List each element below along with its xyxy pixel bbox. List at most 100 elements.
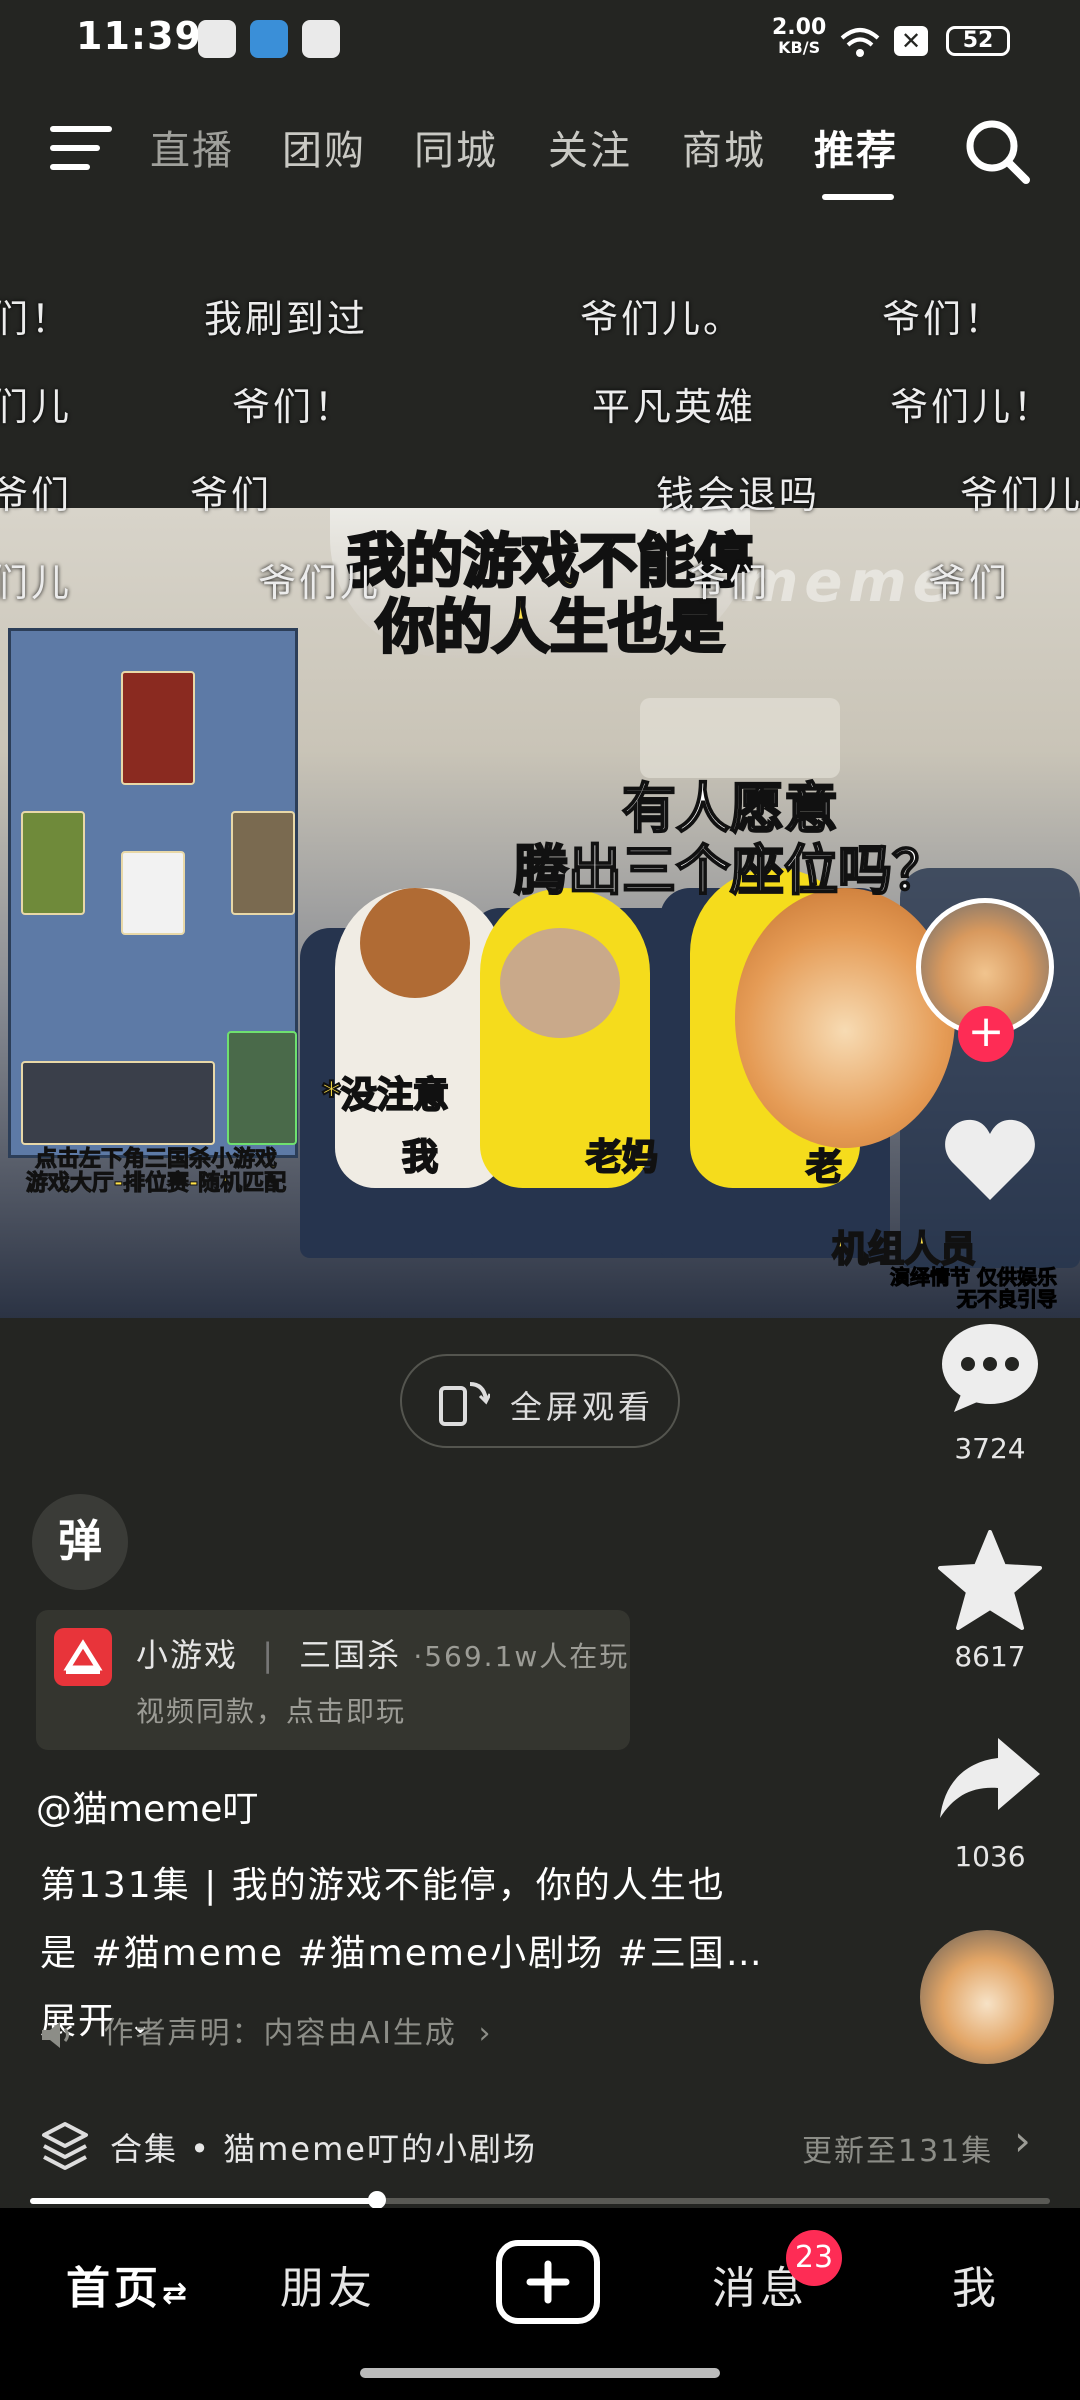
game-screenshot-panel [8, 628, 298, 1158]
video-progress-handle[interactable] [368, 2191, 386, 2209]
danmaku-comment: 爷们儿 [258, 561, 382, 605]
game-hint: 点击左下角三国杀小游戏 游戏大厅-排位赛-随机匹配 [6, 1147, 306, 1196]
favorite-count: 8617 [954, 1640, 1026, 1673]
overhead-bin [640, 698, 840, 778]
music-disc-avatar[interactable] [920, 1930, 1054, 2064]
danmaku-comment: 爷们儿 [960, 473, 1080, 517]
mini-game-icon [54, 1628, 112, 1686]
calendar-icon [302, 20, 340, 58]
danmaku-comment: 们！ [0, 297, 73, 341]
mini-game-card[interactable]: 小游戏 | 三国杀 ·569.1w人在玩 视频同款，点击即玩 [36, 1610, 630, 1750]
layers-icon [42, 2122, 88, 2170]
tab-nearby[interactable]: 同城 [414, 118, 498, 176]
danmaku-comment: 爷们 [928, 561, 1011, 605]
label-dog: *没注意 [321, 1074, 450, 1117]
share-arrow-icon[interactable] [938, 1736, 1042, 1820]
chevron-right-icon: › [478, 2016, 493, 2051]
disclaimer: 演绎情节 仅供娱乐 无不良引导 [890, 1266, 1058, 1311]
plus-icon [526, 2260, 570, 2304]
like-heart-icon[interactable] [942, 1116, 1038, 1204]
caption-mid-line1: 有人愿意 [621, 777, 839, 841]
mini-game-separator: | [262, 1636, 275, 1674]
switch-arrows-icon: ⇄ [162, 2276, 192, 2311]
comment-count: 3724 [954, 1432, 1026, 1465]
label-mom: 老妈 [585, 1136, 659, 1179]
app-notification-icon [198, 20, 236, 58]
danmaku-comment: 爷们！ [232, 385, 356, 429]
caption-mid-line2: 腾出三个座位吗？ [513, 839, 947, 903]
nav-home-label: 首页 [66, 2263, 162, 2314]
ai-note-text: 作者声明：内容由AI生成 [103, 2016, 457, 2051]
danmaku-comment: 爷们 [0, 473, 73, 517]
dog-head [360, 888, 470, 998]
danmaku-comment: 爷们 [688, 561, 771, 605]
video-player[interactable]: 我的游戏不能停 你的人生也是 meme 有人愿意 腾出三个座位吗？ *没注意 我… [0, 508, 1080, 1318]
messages-badge: 23 [786, 2230, 842, 2286]
game-hand-cards [21, 1061, 215, 1145]
danmu-toggle-button[interactable]: 弹 [32, 1494, 128, 1590]
cat-face-mom [500, 928, 620, 1038]
danmaku-comment: 钱会退吗 [656, 473, 821, 517]
collection-title: 合集 • 猫meme叮的小剧场 [110, 2124, 537, 2170]
mini-game-title: 小游戏 | 三国杀 ·569.1w人在玩 [136, 1630, 629, 1676]
menu-button[interactable] [50, 120, 116, 176]
status-bar: 11:39 2.00 KB/S ✕ 52 [0, 0, 1080, 80]
mini-game-type: 小游戏 [136, 1636, 239, 1674]
danmaku-comment: 我刷到过 [204, 297, 369, 341]
comment-icon[interactable] [940, 1322, 1040, 1414]
game-hint-line1: 点击左下角三国杀小游戏 [34, 1147, 277, 1172]
collection-name: 猫meme叮的小剧场 [223, 2130, 537, 2168]
danmaku-comment: 爷们儿。 [580, 297, 745, 341]
video-progress-fill [30, 2198, 377, 2204]
mini-game-name: 三国杀 [299, 1636, 402, 1674]
danmaku-comment: 们儿 [0, 561, 73, 605]
tab-group-buy[interactable]: 团购 [282, 118, 366, 176]
active-tab-indicator [822, 194, 894, 200]
battery-indicator: 52 [946, 26, 1010, 56]
tab-live[interactable]: 直播 [150, 118, 234, 176]
fullscreen-label: 全屏观看 [510, 1388, 655, 1426]
nav-me[interactable]: 我 [952, 2252, 1000, 2316]
fullscreen-button[interactable]: 全屏观看 [400, 1354, 680, 1448]
status-time: 11:39 [76, 14, 202, 58]
label-lao: 老 [805, 1146, 843, 1189]
tab-following[interactable]: 关注 [548, 118, 632, 176]
create-post-button[interactable] [496, 2240, 600, 2324]
author-name[interactable]: @猫meme叮 [36, 1780, 258, 1832]
caption-mid: 有人愿意 腾出三个座位吗？ [480, 777, 980, 903]
home-indicator [360, 2368, 720, 2378]
danmaku-comment: 爷们！ [882, 297, 1006, 341]
network-speed-unit: KB/S [778, 38, 821, 57]
tab-mall[interactable]: 商城 [682, 118, 766, 176]
follow-button[interactable]: + [958, 1006, 1014, 1062]
collection-update: 更新至131集 [802, 2134, 994, 2169]
game-card-general [121, 671, 195, 785]
collection-bar[interactable]: 合集 • 猫meme叮的小剧场 更新至131集 › [0, 2108, 1080, 2188]
danmaku-comment: 们儿 [0, 385, 73, 429]
orange-cat-crew [735, 888, 955, 1148]
chevron-right-icon: › [1014, 2116, 1031, 2165]
nav-home[interactable]: 首页⇄ [66, 2252, 191, 2316]
game-card-center [121, 851, 185, 935]
favorite-star-icon[interactable] [938, 1530, 1042, 1630]
rotate-screen-icon [439, 1382, 490, 1426]
disclaimer-line2: 无不良引导 [956, 1287, 1057, 1311]
wifi-icon [840, 28, 880, 57]
mini-game-players: ·569.1w人在玩 [413, 1640, 630, 1673]
speaker-icon [42, 2021, 69, 2048]
telecom-app-icon [250, 20, 288, 58]
game-card-right [231, 811, 295, 915]
search-icon[interactable] [962, 116, 1032, 186]
game-hint-line2: 游戏大厅-排位赛-随机匹配 [25, 1171, 287, 1196]
mini-game-subtitle: 视频同款，点击即玩 [136, 1695, 407, 1728]
description-line1: 第131集 | 我的游戏不能停，你的人生也 [40, 1865, 726, 1906]
no-sim-icon: ✕ [894, 26, 928, 56]
tab-recommend[interactable]: 推荐 [814, 118, 898, 176]
nav-friends[interactable]: 朋友 [280, 2252, 376, 2316]
danmaku-comment: 爷们儿！ [890, 385, 1055, 429]
watermark: meme [740, 550, 957, 615]
game-card-selected [227, 1031, 297, 1145]
ai-disclosure[interactable]: 作者声明：内容由AI生成 › [40, 2008, 492, 2052]
label-me: 我 [401, 1136, 439, 1179]
danmaku-comment: 爷们 [190, 473, 273, 517]
